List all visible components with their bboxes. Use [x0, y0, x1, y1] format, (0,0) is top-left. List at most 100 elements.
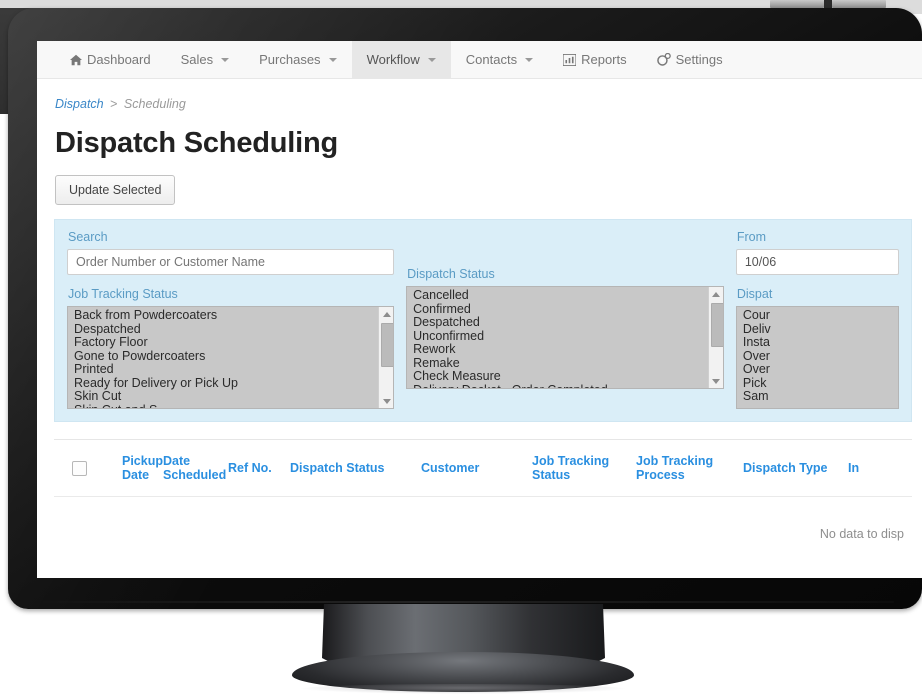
list-item[interactable]: Pick [741, 377, 898, 391]
scroll-down-icon[interactable] [379, 394, 393, 408]
list-item[interactable]: Gone to Powdercoaters [72, 350, 393, 364]
list-item[interactable]: Factory Floor [72, 336, 393, 350]
page-title: Dispatch Scheduling [55, 127, 339, 159]
list-item[interactable]: Over [741, 350, 898, 364]
nav-item-sales[interactable]: Sales [166, 41, 245, 78]
breadcrumb: Dispatch > Scheduling [37, 79, 922, 111]
breadcrumb-current: Scheduling [123, 97, 186, 111]
list-item[interactable]: Deliv [741, 323, 898, 337]
list-item[interactable]: Over [741, 363, 898, 377]
monitor-chin-highlight [36, 601, 894, 603]
chevron-down-icon [328, 57, 337, 62]
list-item[interactable]: Check Measure [411, 370, 723, 384]
list-item[interactable]: Confirmed [411, 303, 723, 317]
chart-icon [563, 53, 577, 66]
list-item[interactable]: Despatched [411, 316, 723, 330]
background-tab-right [832, 0, 886, 8]
results-table: Pickup Date Date Scheduled Ref No. Dispa… [54, 440, 912, 578]
list-item[interactable]: Cancelled [411, 289, 723, 303]
column-header-pickup-date[interactable]: Pickup Date [122, 454, 163, 482]
filter-column-date-and-type: From Dispat Cour Deliv Insta Over Over P… [735, 229, 899, 409]
list-item[interactable]: Delivery Docket - Order Completed [411, 384, 723, 389]
list-item[interactable]: Cour [741, 309, 898, 323]
nav-item-workflow[interactable]: Workflow [351, 41, 451, 78]
scroll-up-icon[interactable] [379, 307, 393, 321]
table-body: No data to disp [54, 497, 912, 578]
nav-item-dashboard[interactable]: Dashboard [55, 41, 166, 78]
empty-state-message: No data to disp [819, 527, 904, 541]
column-header-date-scheduled[interactable]: Date Scheduled [163, 454, 228, 482]
monitor-bezel: Dashboard Sales Purchases Workflow Conta… [8, 8, 922, 609]
column-header-dispatch-type[interactable]: Dispatch Type [743, 461, 848, 475]
dispatch-type-options: Cour Deliv Insta Over Over Pick Sam [737, 307, 898, 404]
scroll-up-icon[interactable] [709, 287, 723, 301]
list-item[interactable]: Insta [741, 336, 898, 350]
nav-item-label: Settings [675, 52, 723, 67]
filter-column-search: Search Job Tracking Status Back from Pow… [67, 229, 406, 409]
home-icon [70, 54, 82, 66]
column-header-invoice[interactable]: In [848, 461, 908, 475]
nav-item-label: Purchases [259, 52, 321, 67]
select-all-checkbox[interactable] [72, 460, 87, 476]
screenshot-stage: Dashboard Sales Purchases Workflow Conta… [0, 0, 922, 698]
nav-item-label: Reports [581, 52, 627, 67]
scrollbar-thumb[interactable] [710, 303, 723, 347]
chevron-down-icon [427, 57, 436, 62]
nav-item-reports[interactable]: Reports [548, 41, 642, 78]
nav-item-label: Workflow [366, 52, 420, 67]
column-header-dispatch-status[interactable]: Dispatch Status [290, 461, 421, 475]
list-item[interactable]: Ready for Delivery or Pick Up [72, 377, 393, 391]
list-item[interactable]: Back from Powdercoaters [72, 309, 393, 323]
job-tracking-status-label: Job Tracking Status [68, 287, 178, 301]
update-selected-button[interactable]: Update Selected [55, 175, 176, 205]
search-label: Search [68, 230, 108, 244]
list-item[interactable]: Skin Cut [72, 390, 393, 404]
dispatch-status-listbox[interactable]: Cancelled Confirmed Despatched Unconfirm… [406, 286, 724, 389]
monitor-stand-shadow [300, 684, 626, 694]
nav-item-contacts[interactable]: Contacts [451, 41, 548, 78]
table-header-row: Pickup Date Date Scheduled Ref No. Dispa… [54, 440, 912, 497]
list-item[interactable]: Sam [741, 390, 898, 404]
scrollbar-thumb[interactable] [381, 323, 394, 367]
chevron-down-icon [221, 57, 230, 62]
nav-item-purchases[interactable]: Purchases [244, 41, 351, 78]
list-item[interactable]: Rework [411, 343, 723, 357]
scroll-down-icon[interactable] [709, 374, 723, 388]
select-all-cell [54, 460, 122, 476]
nav-item-label: Contacts [465, 52, 518, 67]
gear-icon [656, 53, 671, 66]
breadcrumb-link-dispatch[interactable]: Dispatch [55, 97, 104, 111]
from-date-label: From [736, 230, 767, 244]
dispatch-status-label: Dispatch Status [407, 267, 495, 281]
listbox-scrollbar[interactable] [378, 307, 394, 408]
list-item[interactable]: Skin Cut and S [72, 404, 393, 409]
chevron-down-icon [525, 57, 534, 62]
list-item[interactable]: Unconfirmed [411, 330, 723, 344]
nav-item-label: Sales [180, 52, 214, 67]
monitor-screen: Dashboard Sales Purchases Workflow Conta… [37, 41, 922, 578]
dispatch-status-options: Cancelled Confirmed Despatched Unconfirm… [407, 287, 723, 389]
list-item[interactable]: Despatched [72, 323, 393, 337]
filter-column-dispatch-status: Dispatch Status Cancelled Confirmed Desp… [406, 229, 736, 409]
dispatch-type-label: Dispat [736, 287, 773, 301]
list-item[interactable]: Printed [72, 363, 393, 377]
column-header-job-tracking-process[interactable]: Job Tracking Process [636, 454, 743, 482]
filter-panel: Search Job Tracking Status Back from Pow… [54, 219, 912, 422]
background-tab-left [770, 0, 824, 8]
search-input[interactable] [67, 249, 395, 275]
dispatch-type-listbox[interactable]: Cour Deliv Insta Over Over Pick Sam [735, 306, 899, 409]
column-header-job-tracking-status[interactable]: Job Tracking Status [532, 454, 636, 482]
background-tab-gap [824, 0, 832, 8]
nav-item-settings[interactable]: Settings [642, 41, 738, 78]
list-item[interactable]: Remake [411, 357, 723, 371]
listbox-scrollbar[interactable] [707, 287, 723, 388]
column-header-customer[interactable]: Customer [421, 461, 532, 475]
page-content: Dispatch > Scheduling Dispatch Schedulin… [37, 79, 922, 578]
from-date-input[interactable] [735, 249, 899, 275]
job-tracking-status-options: Back from Powdercoaters Despatched Facto… [68, 307, 393, 409]
column-header-ref-no[interactable]: Ref No. [228, 461, 290, 475]
job-tracking-status-listbox[interactable]: Back from Powdercoaters Despatched Facto… [67, 306, 395, 409]
main-navbar: Dashboard Sales Purchases Workflow Conta… [37, 41, 922, 79]
breadcrumb-separator: > [110, 97, 118, 111]
nav-item-label: Dashboard [87, 52, 151, 67]
